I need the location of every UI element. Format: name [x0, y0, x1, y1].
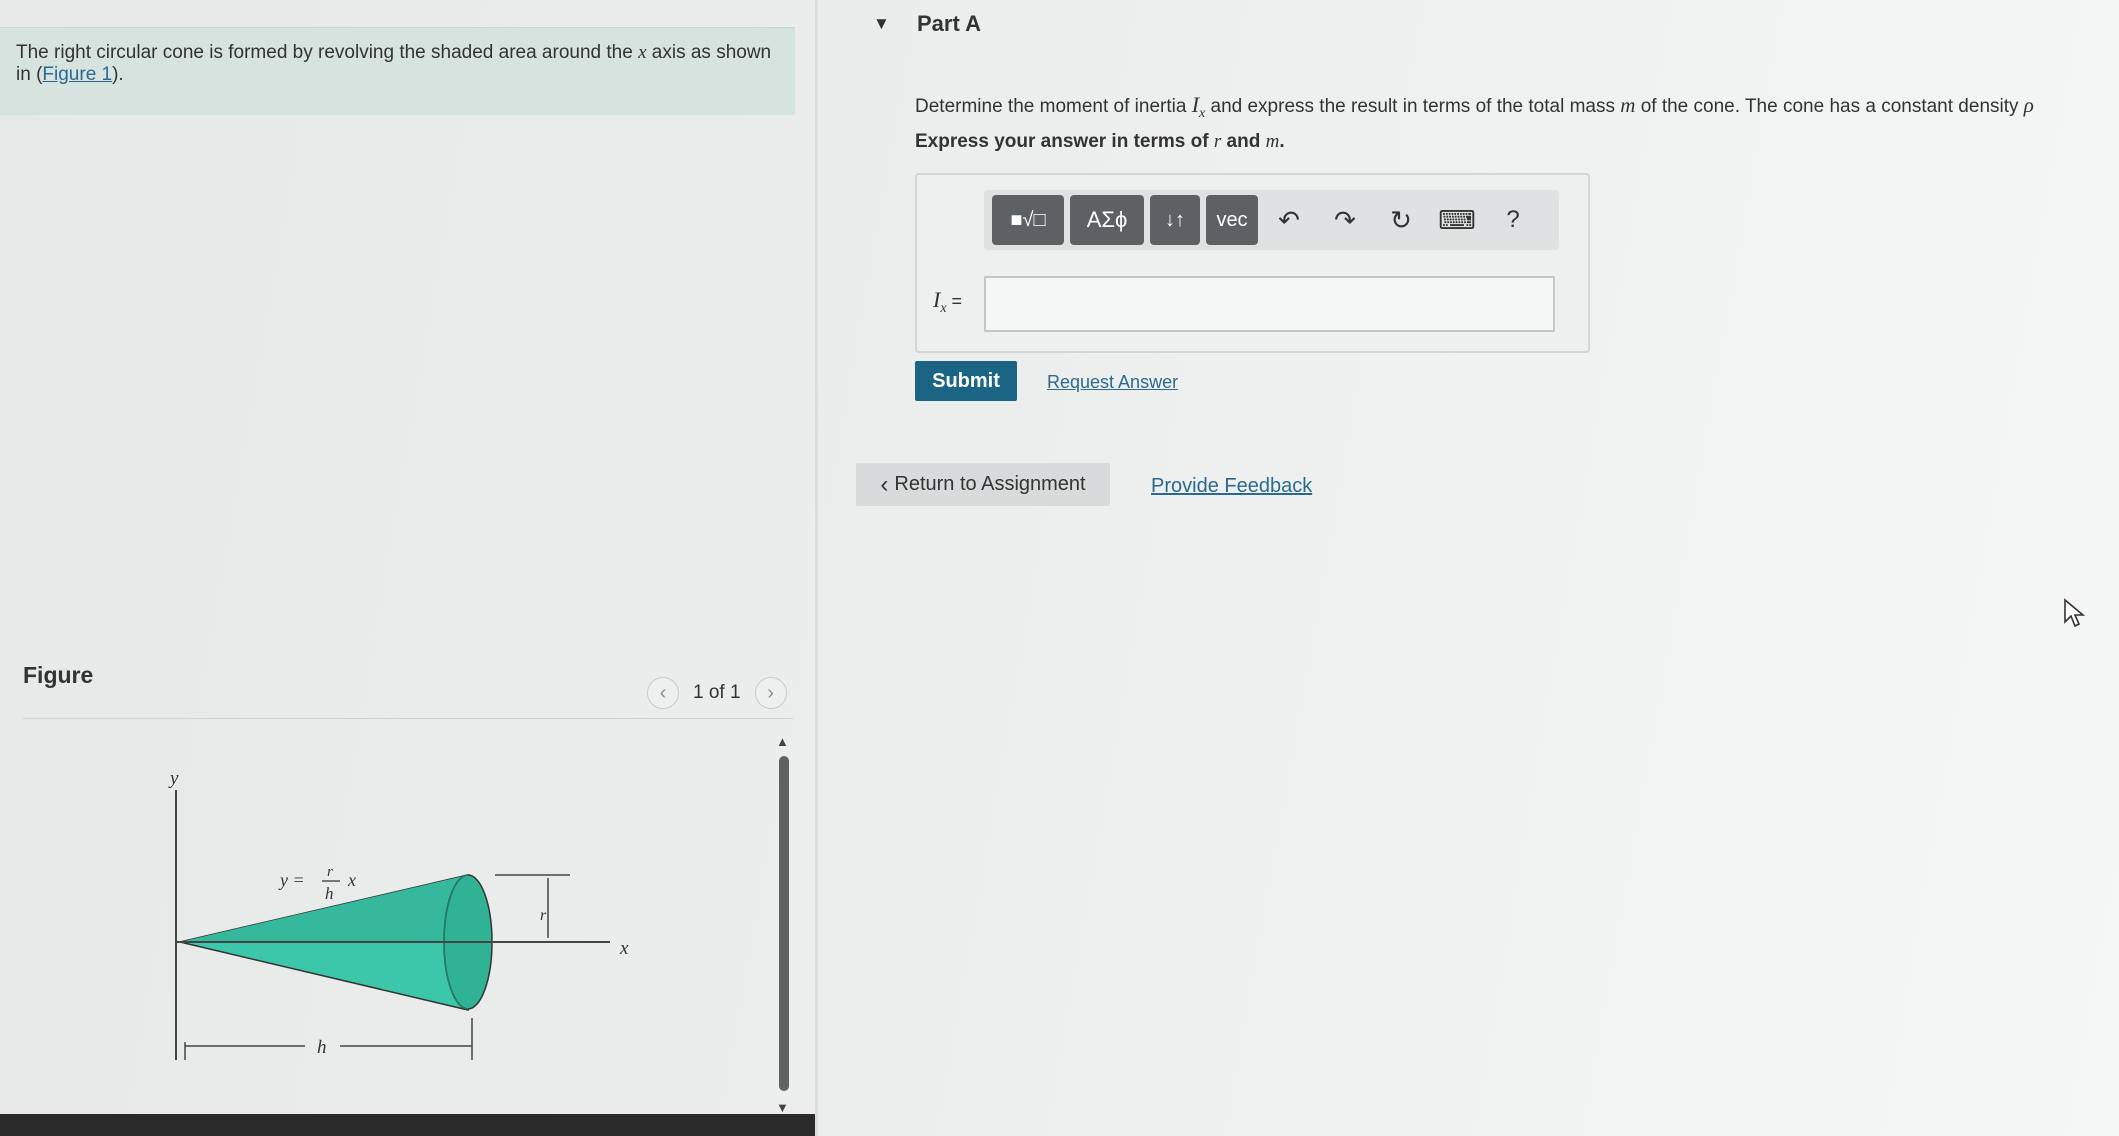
provide-feedback-link[interactable]: Provide Feedback — [1151, 475, 1312, 498]
question-suffix: of the cone. The cone has a constant den… — [1635, 96, 2024, 117]
vector-button[interactable]: vec — [1206, 195, 1258, 245]
instruction-m: m — [1265, 131, 1280, 152]
question-mid: and express the result in terms of the t… — [1205, 96, 1621, 117]
submit-button[interactable]: Submit — [915, 361, 1017, 401]
x-axis-label: x — [619, 938, 629, 959]
instruction-end: . — [1279, 131, 1285, 152]
keyboard-glyph: ⌨ — [1438, 204, 1476, 235]
figure-heading: Figure — [23, 662, 94, 688]
answer-label-equals: = — [946, 291, 963, 311]
redo-glyph: ↷ — [1334, 204, 1356, 235]
templates-button[interactable]: ■√□ — [992, 195, 1064, 245]
left-panel: The right circular cone is formed by rev… — [0, 0, 815, 1136]
help-glyph: ? — [1506, 206, 1520, 233]
answer-label: Ix = — [933, 287, 962, 317]
figure-link[interactable]: Figure 1 — [42, 64, 112, 85]
instruction-prefix: Express your answer in terms of — [915, 131, 1214, 152]
help-icon[interactable]: ? — [1488, 195, 1538, 245]
mouse-pointer-icon — [2064, 598, 2085, 628]
greek-symbols-button[interactable]: ΑΣϕ — [1070, 195, 1144, 245]
part-title[interactable]: Part A — [917, 11, 981, 37]
question-text: Determine the moment of inertia Ix and e… — [915, 92, 2034, 122]
intro-axis-var: x — [638, 42, 647, 63]
figure-pager: ‹ 1 of 1 › — [647, 677, 787, 709]
subscript-superscript-button[interactable]: ↓↑ — [1150, 195, 1200, 245]
prev-figure-button[interactable]: ‹ — [647, 677, 679, 709]
chevron-left-icon: ‹ — [880, 470, 889, 498]
bottom-edge — [0, 1114, 815, 1136]
answer-input[interactable] — [984, 276, 1555, 332]
intro-text-end: ). — [112, 64, 124, 85]
problem-statement: The right circular cone is formed by rev… — [0, 27, 795, 115]
undo-icon[interactable]: ↶ — [1264, 195, 1314, 245]
greek-symbols-label: ΑΣϕ — [1086, 207, 1128, 232]
templates-icon: ■√□ — [1010, 208, 1046, 231]
question-prefix: Determine the moment of inertia — [915, 96, 1192, 117]
inertia-symbol: I — [1191, 92, 1200, 117]
undo-glyph: ↶ — [1278, 204, 1300, 235]
figure-page-count: 1 of 1 — [693, 682, 741, 703]
math-toolbar: ■√□ ΑΣϕ ↓↑ vec ↶ ↷ ↻ ⌨ ? — [984, 190, 1559, 250]
equation-fraction-numerator: r — [327, 864, 333, 880]
figure-scrollbar[interactable] — [779, 756, 789, 1091]
return-to-assignment-button[interactable]: ‹ Return to Assignment — [856, 463, 1110, 506]
instruction-and: and — [1221, 131, 1266, 152]
answer-box: ■√□ ΑΣϕ ↓↑ vec ↶ ↷ ↻ ⌨ ? Ix = — [915, 173, 1590, 353]
figure-scroll-up-arrow[interactable]: ▲ — [776, 734, 789, 749]
h-label: h — [317, 1037, 327, 1058]
figure-divider — [23, 718, 793, 719]
vec-label: vec — [1216, 208, 1248, 231]
return-label: Return to Assignment — [894, 473, 1086, 495]
panel-divider — [815, 0, 818, 1136]
mass-symbol: m — [1620, 93, 1636, 117]
redo-icon[interactable]: ↷ — [1320, 195, 1370, 245]
next-figure-button[interactable]: › — [754, 677, 787, 709]
reset-icon[interactable]: ↻ — [1376, 195, 1426, 245]
equation-fraction-denominator: h — [325, 884, 334, 903]
instruction-text: Express your answer in terms of r and m. — [915, 131, 1285, 153]
collapse-part-icon[interactable]: ▼ — [873, 14, 890, 34]
r-label: r — [540, 907, 547, 924]
reset-glyph: ↻ — [1390, 204, 1412, 235]
density-symbol: ρ — [2023, 93, 2034, 117]
equation-lhs: y = — [278, 870, 305, 890]
cone-figure: y x r h y = r h x — [168, 768, 629, 1060]
y-axis-label: y — [168, 768, 179, 789]
equation-x: x — [347, 870, 356, 890]
intro-text-before: The right circular cone is formed by rev… — [16, 42, 639, 63]
request-answer-link[interactable]: Request Answer — [1047, 372, 1178, 393]
arrows-icon: ↓↑ — [1165, 208, 1185, 231]
keyboard-icon[interactable]: ⌨ — [1432, 195, 1482, 245]
figure-scroll-down-arrow[interactable]: ▼ — [776, 1100, 789, 1115]
